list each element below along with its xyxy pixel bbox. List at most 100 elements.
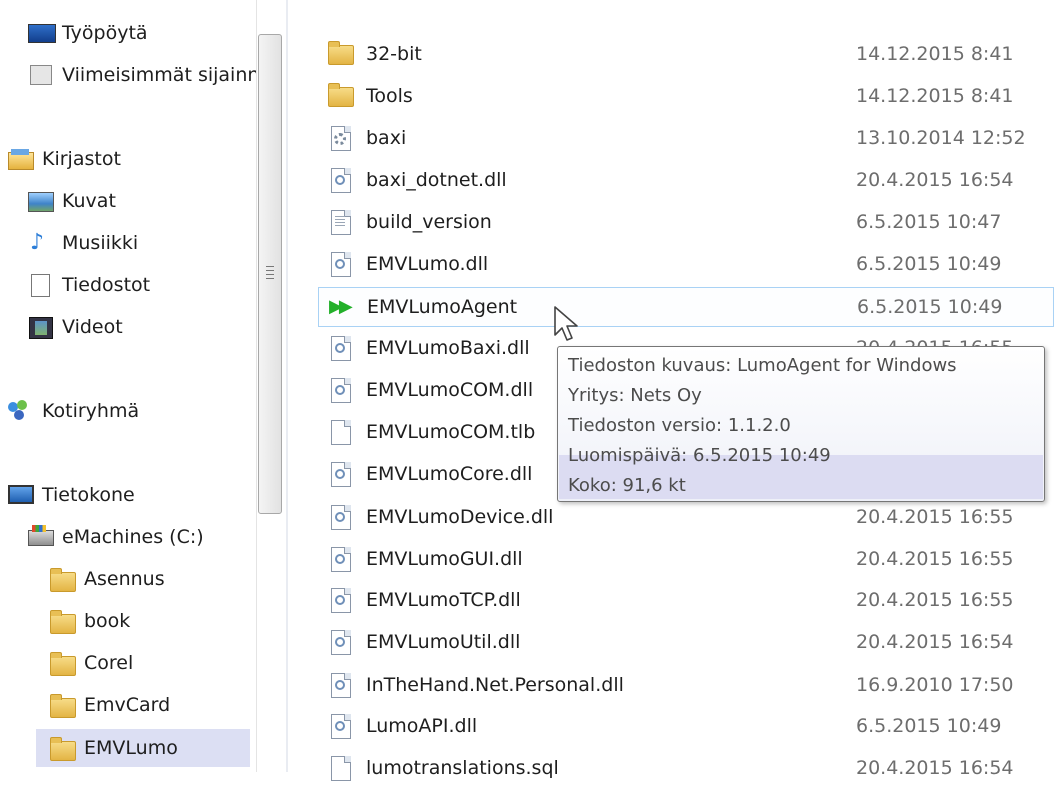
nav-item-folder-book[interactable]: book xyxy=(50,602,130,640)
recent-places-icon xyxy=(28,64,54,86)
nav-item-homegroup[interactable]: Kotiryhmä xyxy=(8,392,139,430)
file-date: 14.12.2015 8:41 xyxy=(856,85,1014,107)
nav-item-computer[interactable]: Tietokone xyxy=(8,476,135,514)
tooltip-size: Koko: 91,6 kt xyxy=(568,475,686,496)
homegroup-icon xyxy=(8,400,34,422)
dll-file-icon xyxy=(328,461,352,487)
file-row-32-bit[interactable]: 32-bit 14.12.2015 8:41 xyxy=(318,34,1054,74)
file-name: EMVLumoGUI.dll xyxy=(366,548,523,570)
tooltip-version: Tiedoston versio: 1.1.2.0 xyxy=(568,415,791,436)
tooltip-created: Luomispäivä: 6.5.2015 10:49 xyxy=(568,445,831,466)
file-date: 20.4.2015 16:55 xyxy=(856,589,1014,611)
nav-item-label: Tietokone xyxy=(42,484,135,506)
file-row-baxi-dotnet[interactable]: baxi_dotnet.dll 20.4.2015 16:54 xyxy=(318,160,1054,200)
nav-item-folder-asennus[interactable]: Asennus xyxy=(50,560,165,598)
desktop-icon xyxy=(28,22,56,44)
file-name: baxi xyxy=(366,127,407,149)
computer-icon xyxy=(8,484,34,506)
file-row-inthehand[interactable]: InTheHand.Net.Personal.dll 16.9.2010 17:… xyxy=(318,665,1054,705)
file-date: 20.4.2015 16:54 xyxy=(856,169,1014,191)
file-row-lumoapi[interactable]: LumoAPI.dll 6.5.2015 10:49 xyxy=(318,706,1054,746)
music-icon: ♪ xyxy=(30,230,45,255)
folder-icon xyxy=(50,610,76,634)
file-date: 6.5.2015 10:47 xyxy=(856,211,1002,233)
blank-file-icon xyxy=(328,755,352,781)
nav-item-label: Musiikki xyxy=(62,232,139,254)
file-row-emvlumoutil[interactable]: EMVLumoUtil.dll 20.4.2015 16:54 xyxy=(318,622,1054,662)
file-name: InTheHand.Net.Personal.dll xyxy=(366,674,624,696)
file-row-emvlumotcp[interactable]: EMVLumoTCP.dll 20.4.2015 16:55 xyxy=(318,580,1054,620)
nav-item-label: Kirjastot xyxy=(42,148,121,170)
nav-item-label: Asennus xyxy=(84,568,165,590)
nav-item-folder-emvcard[interactable]: EmvCard xyxy=(50,686,170,724)
scrollbar-grip-icon xyxy=(266,266,274,282)
file-row-tools[interactable]: Tools 14.12.2015 8:41 xyxy=(318,76,1054,116)
file-row-emvlumodevice[interactable]: EMVLumoDevice.dll 20.4.2015 16:55 xyxy=(318,497,1054,537)
application-icon: ▶▶ xyxy=(329,296,353,317)
file-date: 20.4.2015 16:54 xyxy=(856,631,1014,653)
nav-item-libraries[interactable]: Kirjastot xyxy=(8,140,121,178)
file-row-emvlumo-dll[interactable]: EMVLumo.dll 6.5.2015 10:49 xyxy=(318,244,1054,284)
pane-divider[interactable] xyxy=(286,0,288,772)
file-name: EMVLumoAgent xyxy=(367,296,518,318)
text-file-icon xyxy=(328,209,352,235)
file-name: EMVLumoTCP.dll xyxy=(366,589,521,611)
nav-item-pictures[interactable]: Kuvat xyxy=(28,182,116,220)
file-date: 6.5.2015 10:49 xyxy=(856,253,1002,275)
file-row-emvlumoagent[interactable]: ▶▶ EMVLumoAgent 6.5.2015 10:49 xyxy=(318,287,1054,327)
dll-file-icon xyxy=(328,672,352,698)
config-file-icon xyxy=(328,125,352,151)
file-row-baxi[interactable]: baxi 13.10.2014 12:52 xyxy=(318,118,1054,158)
dll-file-icon xyxy=(328,713,352,739)
file-date: 6.5.2015 10:49 xyxy=(857,296,1003,318)
file-date: 20.4.2015 16:54 xyxy=(856,757,1014,779)
dll-file-icon xyxy=(328,335,352,361)
folder-icon xyxy=(328,83,354,109)
drive-icon xyxy=(28,525,54,548)
file-date: 20.4.2015 16:55 xyxy=(856,548,1014,570)
dll-file-icon xyxy=(328,377,352,403)
dll-file-icon xyxy=(328,167,352,193)
file-row-build-version[interactable]: build_version 6.5.2015 10:47 xyxy=(318,202,1054,242)
file-date: 16.9.2010 17:50 xyxy=(856,674,1014,696)
navigation-pane: Työpöytä Viimeisimmät sijainnit Kirjasto… xyxy=(0,0,256,772)
file-date: 6.5.2015 10:49 xyxy=(856,715,1002,737)
nav-item-music[interactable]: ♪ Musiikki xyxy=(28,224,138,262)
nav-item-recent-places[interactable]: Viimeisimmät sijainnit xyxy=(28,56,256,94)
documents-icon xyxy=(28,274,54,297)
nav-item-folder-corel[interactable]: Corel xyxy=(50,644,133,682)
nav-item-label: Corel xyxy=(84,652,134,674)
folder-icon xyxy=(50,652,76,676)
dll-file-icon xyxy=(328,629,352,655)
mouse-pointer-icon xyxy=(554,306,578,341)
file-info-tooltip: Tiedoston kuvaus: LumoAgent for Windows … xyxy=(557,346,1045,502)
nav-item-label: EMVLumo xyxy=(84,737,178,759)
dll-file-icon xyxy=(328,251,352,277)
nav-item-folder-emvlumo[interactable]: EMVLumo xyxy=(36,729,250,767)
nav-item-desktop[interactable]: Työpöytä xyxy=(28,14,148,52)
dll-file-icon xyxy=(328,587,352,613)
file-name: lumotranslations.sql xyxy=(366,757,559,779)
nav-item-videos[interactable]: Videot xyxy=(28,308,123,346)
file-name: EMVLumo.dll xyxy=(366,253,489,275)
blank-file-icon xyxy=(328,419,352,445)
file-row-lumotranslations[interactable]: lumotranslations.sql 20.4.2015 16:54 xyxy=(318,748,1054,788)
dll-file-icon xyxy=(328,546,352,572)
file-name: LumoAPI.dll xyxy=(366,715,478,737)
nav-item-label: Viimeisimmät sijainnit xyxy=(62,64,256,86)
file-date: 20.4.2015 16:55 xyxy=(856,506,1014,528)
file-date: 14.12.2015 8:41 xyxy=(856,43,1014,65)
folder-icon xyxy=(50,737,76,761)
nav-item-label: Videot xyxy=(62,316,123,338)
libraries-icon xyxy=(8,148,34,170)
tooltip-company: Yritys: Nets Oy xyxy=(568,385,702,406)
tooltip-description: Tiedoston kuvaus: LumoAgent for Windows xyxy=(568,355,957,376)
file-name: 32-bit xyxy=(366,43,422,65)
nav-item-label: Kotiryhmä xyxy=(42,400,140,422)
nav-item-documents[interactable]: Tiedostot xyxy=(28,266,150,304)
file-row-emvlumogui[interactable]: EMVLumoGUI.dll 20.4.2015 16:55 xyxy=(318,539,1054,579)
file-date: 13.10.2014 12:52 xyxy=(856,127,1026,149)
file-name: build_version xyxy=(366,211,492,233)
nav-item-drive-c[interactable]: eMachines (C:) xyxy=(28,518,204,556)
nav-item-label: EmvCard xyxy=(84,694,171,716)
